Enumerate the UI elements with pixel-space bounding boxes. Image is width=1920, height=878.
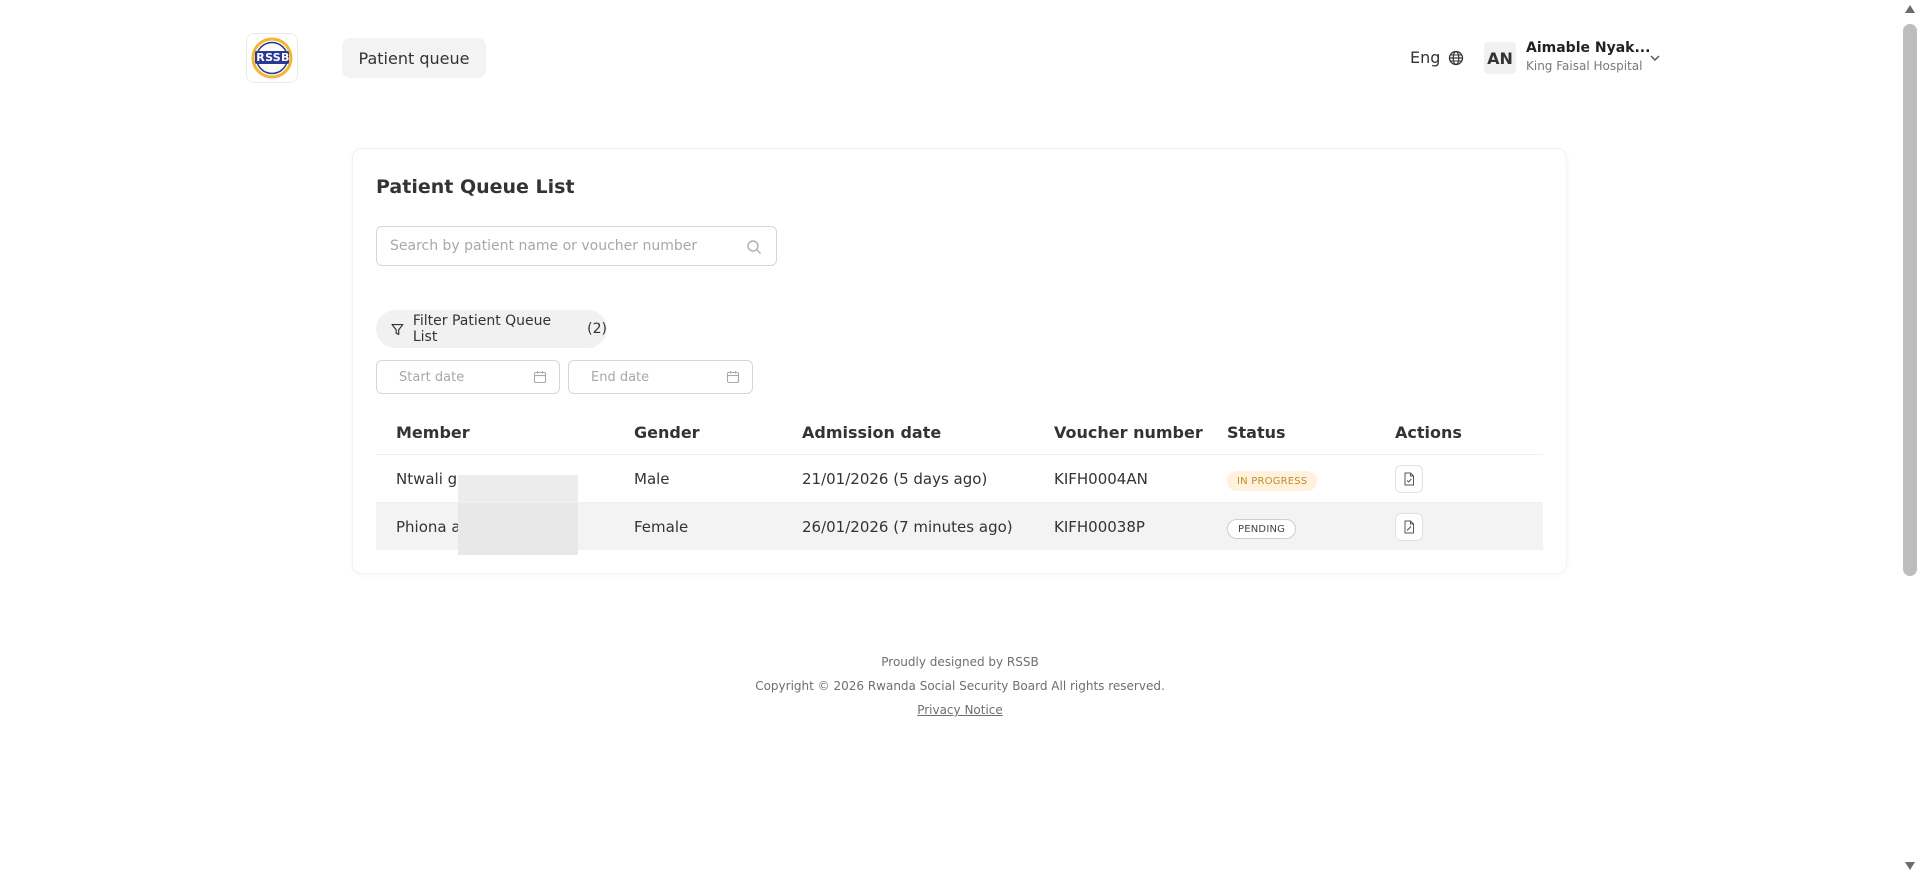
redaction-blur [458,475,578,503]
column-header-gender: Gender [634,423,700,442]
edit-document-button[interactable] [1395,513,1423,541]
start-date-placeholder: Start date [399,369,465,385]
column-header-status: Status [1227,423,1286,442]
document-check-icon [1404,472,1414,486]
start-date-input[interactable]: Start date [376,360,560,394]
end-date-placeholder: End date [591,369,650,385]
admission-date: 21/01/2026 (5 days ago) [802,470,988,488]
redaction-blur [458,503,578,555]
nav-patient-queue-label: Patient queue [358,48,470,68]
privacy-notice-link[interactable]: Privacy Notice [917,703,1003,717]
language-label: Eng [1410,48,1441,67]
status-badge: PENDING [1227,519,1297,539]
status-badge: IN PROGRESS [1227,471,1318,491]
search-input[interactable] [390,227,730,265]
scroll-down-arrow-icon[interactable] [1904,861,1916,871]
voucher-number: KIFH00038P [1054,518,1145,536]
gender: Female [634,518,689,536]
filter-count: (2) [587,321,607,337]
column-header-voucher-number: Voucher number [1054,423,1203,442]
scroll-up-arrow-icon[interactable] [1904,4,1916,14]
search-icon[interactable] [746,239,762,255]
end-date-input[interactable]: End date [568,360,753,394]
column-header-member: Member [396,423,470,442]
footer-privacy-container: Privacy Notice [0,703,1920,717]
calendar-icon [726,371,740,384]
view-document-button[interactable] [1395,465,1423,493]
filter-icon [391,323,404,335]
filter-button[interactable]: Filter Patient Queue List (2) [376,310,607,348]
user-name[interactable]: Aimable Nyak... [1526,40,1650,56]
member-name: Ntwali ga [396,470,467,488]
calendar-icon [533,371,547,384]
chevron-down-icon[interactable] [1648,51,1662,65]
search-box[interactable] [376,226,777,266]
avatar-initials: AN [1487,48,1513,68]
globe-icon [1449,50,1464,65]
page: RSSB Patient queue Eng AN Aimable Nyak..… [0,0,1920,878]
table-row[interactable]: Ntwali ga Male 21/01/2026 (5 days ago) K… [376,454,1543,503]
column-header-actions: Actions [1395,423,1462,442]
scrollbar-thumb[interactable] [1903,24,1917,576]
page-title: Patient Queue List [376,176,575,198]
admission-date: 26/01/2026 (7 minutes ago) [802,518,1013,536]
filter-label: Filter Patient Queue List [412,313,552,345]
footer-designed-by: Proudly designed by RSSB [881,655,1039,669]
language-selector[interactable]: Eng [1410,48,1464,67]
document-edit-icon [1404,520,1414,534]
table-row[interactable]: Phiona ar Female 26/01/2026 (7 minutes a… [376,502,1543,555]
nav-patient-queue[interactable]: Patient queue [342,38,486,78]
footer-copyright: Copyright © 2026 Rwanda Social Security … [755,679,1165,693]
gender: Male [634,470,670,488]
avatar[interactable]: AN [1484,42,1516,74]
column-header-admission-date: Admission date [802,423,942,442]
voucher-number: KIFH0004AN [1054,470,1148,488]
member-name: Phiona ar [396,518,467,536]
logo-text: RSSB [256,51,290,64]
user-hospital: King Faisal Hospital [1526,59,1643,73]
rssb-logo[interactable]: RSSB [246,33,298,83]
